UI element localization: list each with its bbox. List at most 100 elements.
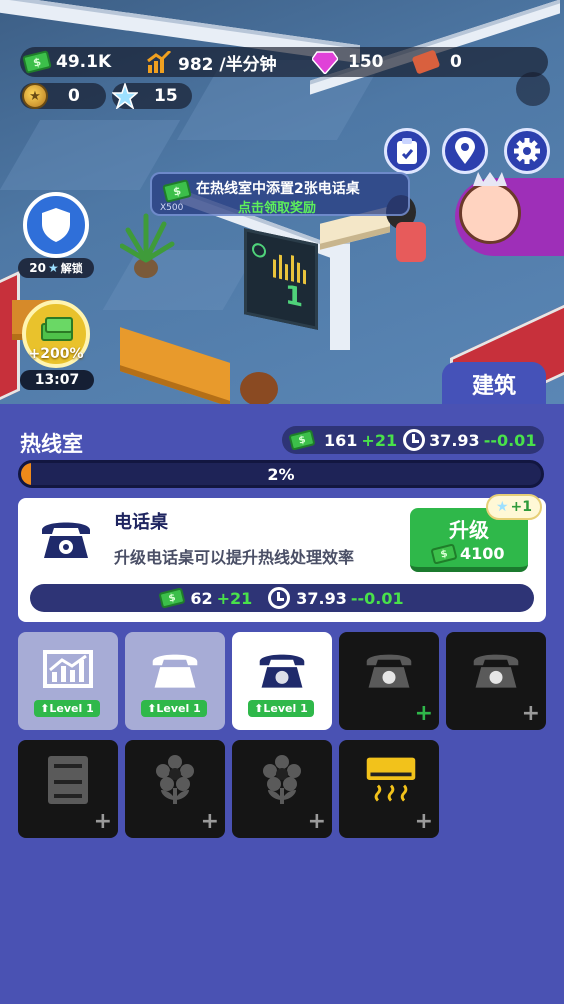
item-slot[interactable]: + (339, 740, 439, 838)
item-slot[interactable]: + (339, 632, 439, 730)
protection-button[interactable] (23, 192, 89, 258)
upgrade-cost: 4100 (460, 544, 505, 563)
mission-claim-link[interactable]: 点击领取奖励 (238, 197, 316, 216)
mission-text: 在热线室中添置2张电话桌 (196, 181, 360, 197)
item-time: 37.93 (296, 588, 347, 608)
item-description: 升级电话桌可以提升热线处理效率 (114, 548, 355, 567)
star-bonus-badge: ★ +1 (486, 494, 542, 520)
phone-desk[interactable] (120, 327, 230, 404)
badge-counter: ★ 0 (20, 83, 106, 109)
cash-value: 49.1K (56, 52, 112, 72)
flower-icon (149, 754, 201, 804)
wall (330, 240, 350, 350)
star-count: 15 (154, 86, 178, 106)
phone-icon (256, 646, 308, 692)
item-slot[interactable]: ⬆Level 1 (18, 632, 118, 730)
flower-icon (256, 754, 308, 804)
item-detail-card: 电话桌 升级电话桌可以提升热线处理效率 升级 $ 4100 ★ +1 $ 62 … (18, 494, 546, 622)
room-time: 37.93 (429, 430, 480, 450)
item-slot[interactable]: ⬆Level 1 (232, 632, 332, 730)
chair (396, 222, 426, 262)
mission-reward: X500 (160, 203, 184, 213)
income-rate: 982 /半分钟 (178, 54, 277, 75)
add-icon: + (93, 809, 112, 834)
cash-icon: $ (158, 587, 186, 609)
boost-timer: 13:07 (20, 370, 94, 390)
item-slot[interactable]: + (446, 632, 546, 730)
resource-bar: $ 49.1K 982 /半分钟 150 0 (20, 47, 548, 77)
gear-icon (514, 138, 540, 164)
item-time-delta: --0.01 (350, 588, 404, 608)
room-panel: 热线室 $ 161 +21 37.93 --0.01 2% 电话桌 升级电话桌可… (0, 404, 564, 1004)
item-slot[interactable]: + (18, 740, 118, 838)
plant-icon (120, 213, 175, 278)
map-button[interactable] (442, 128, 488, 174)
clock-icon (268, 587, 291, 609)
cash-stack-icon (41, 317, 73, 341)
room-income-bonus: +21 (361, 430, 398, 450)
upgrade-cost-row: $ 4100 (430, 542, 505, 565)
unlock-label: 解锁 (60, 262, 83, 275)
cash-reward-icon: $ (162, 179, 192, 203)
star-bonus: +1 (510, 499, 533, 515)
wall-monitor: 1 (244, 228, 318, 330)
star-counter: 15 (112, 83, 192, 109)
bar-chart-icon (252, 243, 306, 285)
monitor-value: 1 (285, 279, 304, 314)
add-icon: + (521, 701, 540, 726)
room-stats: $ 161 +21 37.93 --0.01 (282, 426, 544, 454)
star-icon: ★ (495, 499, 509, 515)
mission-banner[interactable]: $ X500 在热线室中添置2张电话桌 点击领取奖励 (150, 172, 410, 216)
advisor-face (459, 182, 521, 244)
add-icon: + (200, 809, 219, 834)
cash-icon: $ (22, 50, 52, 74)
item-slot[interactable]: ⬆Level 1 (125, 632, 225, 730)
phone-icon (363, 646, 415, 692)
item-slot[interactable]: + (232, 740, 332, 838)
progress-label: 2% (267, 464, 295, 484)
income-trend-icon (147, 51, 172, 73)
phone-icon (42, 522, 90, 558)
badge-count: 0 (68, 86, 80, 106)
level-badge: ⬆Level 1 (141, 700, 207, 717)
item-stats: $ 62 +21 37.93 --0.01 (30, 584, 534, 612)
level-badge: ⬆Level 1 (248, 700, 314, 717)
level-badge: ⬆Level 1 (34, 700, 100, 717)
location-pin-icon (455, 137, 475, 164)
shield-icon (42, 208, 70, 242)
office-scene[interactable]: 1 $ 49.1K 982 /半分钟 150 0 ★ 0 15 $ X500 在… (0, 0, 564, 404)
cash-icon: $ (288, 429, 316, 451)
add-icon: + (414, 701, 433, 726)
notification-bubble[interactable] (516, 72, 550, 106)
rank-badge-icon: ★ (22, 83, 48, 109)
unlock-count: 20 (29, 261, 46, 275)
item-slot[interactable]: + (125, 740, 225, 838)
room-title: 热线室 (20, 432, 83, 456)
unlock-requirement: 20 ★ 解锁 (18, 258, 94, 278)
worker (240, 372, 278, 404)
chart-icon (42, 646, 94, 692)
phone-icon (149, 646, 201, 692)
room-time-delta: --0.01 (483, 430, 537, 450)
rainbow-star-icon (112, 83, 138, 109)
ticket-count: 0 (450, 52, 462, 72)
clipboard-icon (397, 138, 417, 164)
task-list-button[interactable] (384, 128, 430, 174)
boost-percent: +200% (28, 346, 84, 362)
item-income-bonus: +21 (216, 588, 253, 608)
tab-build[interactable]: 建筑 (442, 362, 546, 404)
income-boost-button[interactable]: +200% (22, 300, 90, 368)
add-icon: + (414, 809, 433, 834)
heater-icon (363, 754, 416, 802)
settings-button[interactable] (504, 128, 550, 174)
room-income: 161 (324, 430, 358, 450)
cash-icon: $ (430, 542, 458, 565)
ticket-icon (411, 49, 441, 75)
cabinet-icon (42, 754, 94, 804)
item-name: 电话桌 (114, 512, 168, 533)
star-icon: ★ (47, 261, 59, 275)
gem-icon (312, 51, 338, 74)
advisor-avatar[interactable] (455, 172, 564, 256)
clock-icon (403, 429, 426, 451)
gem-count: 150 (348, 52, 384, 72)
